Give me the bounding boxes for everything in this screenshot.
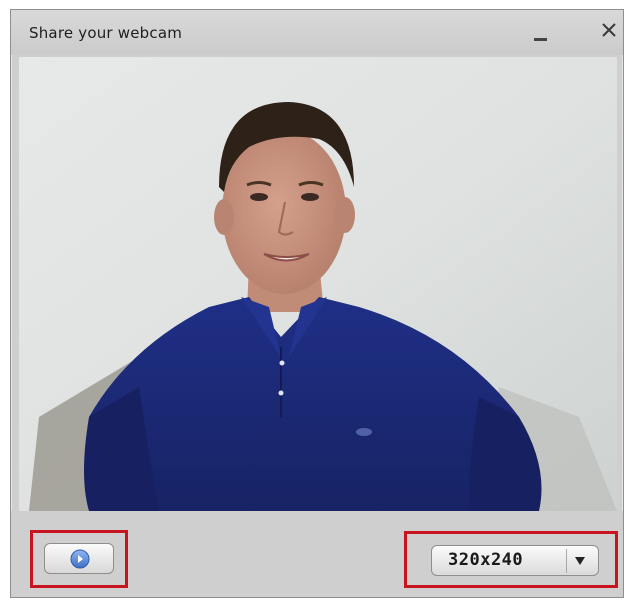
webcam-video-frame [19, 57, 617, 511]
start-webcam-button[interactable] [44, 543, 114, 574]
close-icon [602, 23, 616, 37]
window-titlebar[interactable]: Share your webcam [11, 10, 623, 55]
chevron-down-icon[interactable] [573, 555, 587, 567]
play-highlight-box [30, 530, 128, 588]
webcam-preview [19, 57, 617, 511]
minimize-icon [534, 38, 547, 41]
window-title: Share your webcam [29, 24, 183, 42]
resolution-highlight-box: 320x240 [404, 531, 618, 588]
play-icon [70, 549, 90, 569]
webcam-controls-bar: 320x240 [11, 511, 623, 597]
resolution-value: 320x240 [448, 550, 524, 570]
resolution-select[interactable]: 320x240 [431, 545, 599, 576]
webcam-share-window: Share your webcam 320x240 [10, 9, 624, 598]
select-divider [566, 549, 567, 573]
minimize-button[interactable] [526, 18, 556, 48]
close-button[interactable] [599, 20, 625, 48]
